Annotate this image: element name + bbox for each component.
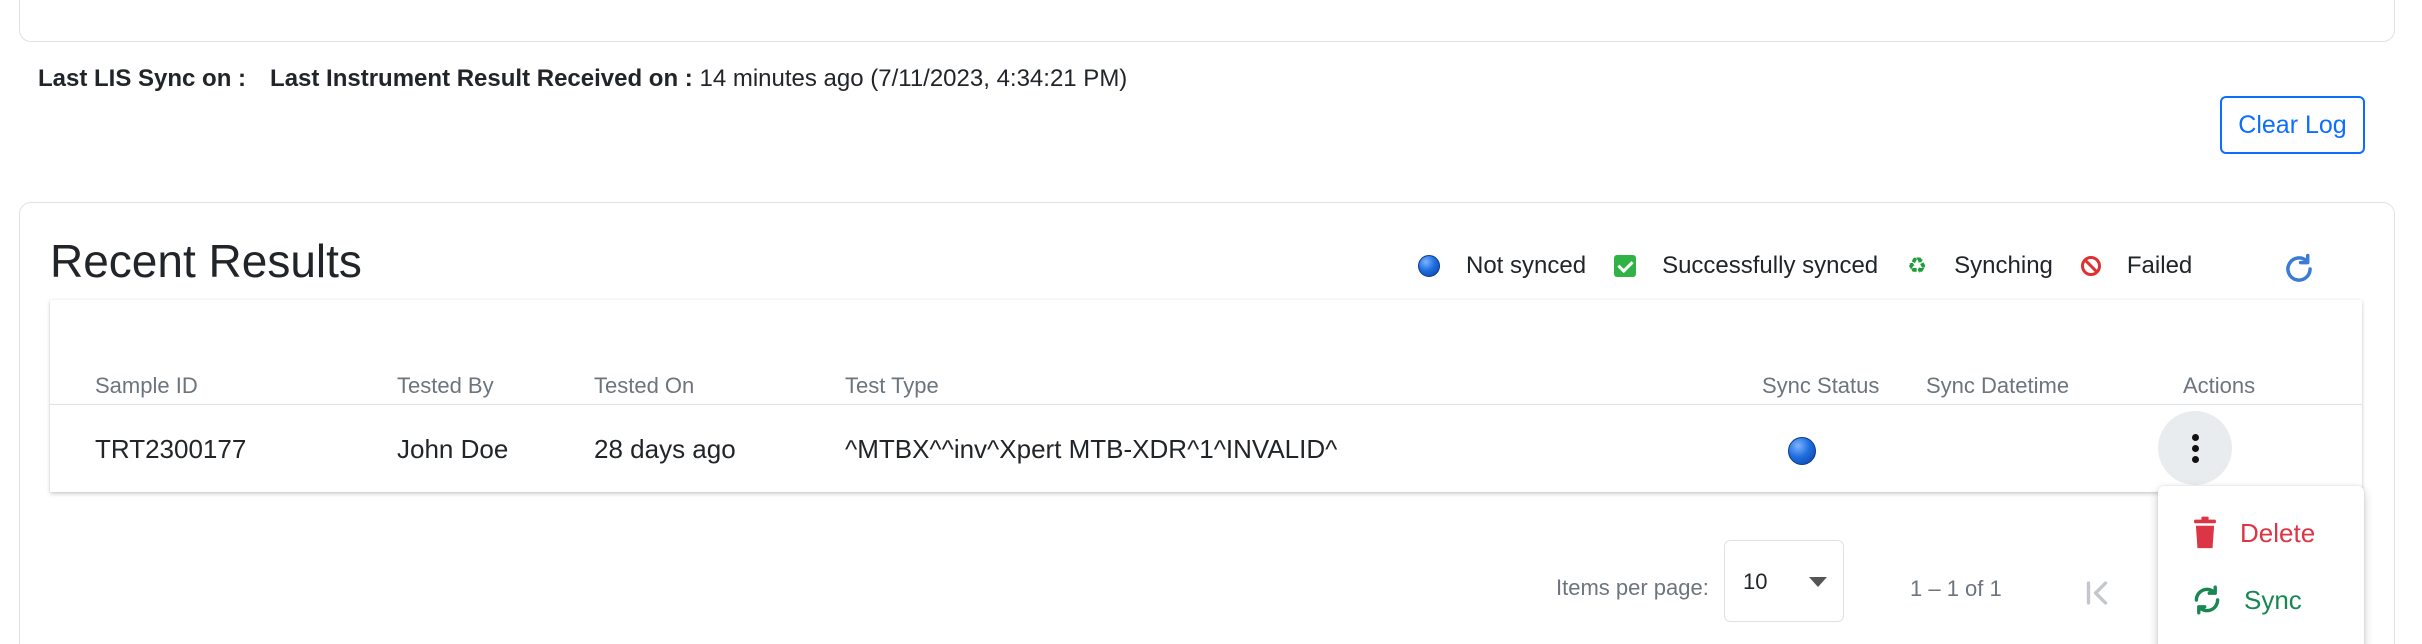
column-header-sync-status[interactable]: Sync Status bbox=[1762, 372, 1879, 400]
sync-status-not-synced bbox=[1788, 437, 1816, 465]
lis-sync-label: Last LIS Sync on : bbox=[38, 65, 247, 92]
column-header-sample-id[interactable]: Sample ID bbox=[95, 372, 198, 400]
column-header-sync-datetime[interactable]: Sync Datetime bbox=[1926, 372, 2069, 400]
recent-results-title: Recent Results bbox=[50, 235, 362, 287]
clear-log-button[interactable]: Clear Log bbox=[2220, 96, 2365, 154]
items-per-page-value: 10 bbox=[1743, 569, 1768, 594]
legend-failed: Failed bbox=[2080, 252, 2193, 280]
legend-synching: ♻ Synching bbox=[1906, 252, 2053, 280]
caret-down-icon bbox=[1809, 577, 1827, 587]
column-header-test-type[interactable]: Test Type bbox=[845, 372, 939, 400]
instrument-result-value: 14 minutes ago (7/11/2023, 4:34:21 PM) bbox=[699, 65, 1128, 92]
menu-item-delete[interactable]: Delete bbox=[2190, 513, 2315, 553]
green-check-icon bbox=[1614, 255, 1637, 277]
legend-label: Not synced bbox=[1466, 252, 1587, 279]
items-per-page-label: Items per page: bbox=[1556, 575, 1709, 600]
column-header-actions: Actions bbox=[2183, 373, 2256, 398]
top-card bbox=[19, 0, 2395, 42]
legend-label: Synching bbox=[1954, 252, 2053, 279]
legend-not-synced: Not synced bbox=[1418, 252, 1586, 280]
cell-tested-on: 28 days ago bbox=[594, 434, 736, 464]
menu-item-label: Sync bbox=[2244, 584, 2302, 615]
menu-item-sync[interactable]: Sync bbox=[2190, 580, 2302, 620]
row-actions-button[interactable] bbox=[2158, 411, 2232, 485]
items-per-page-select[interactable]: 10 bbox=[1724, 540, 1844, 622]
sync-icon bbox=[2194, 585, 2220, 615]
table-header-divider bbox=[50, 404, 2362, 405]
cell-sample-id: TRT2300177 bbox=[95, 434, 247, 464]
row-actions-menu bbox=[2158, 486, 2364, 644]
legend-successfully-synced: Successfully synced bbox=[1614, 252, 1878, 280]
menu-item-label: Delete bbox=[2240, 517, 2316, 548]
trash-icon bbox=[2194, 516, 2216, 549]
refresh-icon[interactable] bbox=[2280, 250, 2318, 288]
cell-tested-by: John Doe bbox=[397, 434, 509, 464]
legend-label: Failed bbox=[2126, 252, 2193, 279]
legend-label: Successfully synced bbox=[1662, 252, 1879, 279]
sync-legend: Not synced Successfully synced ♻ Synchin… bbox=[1418, 246, 2192, 286]
no-entry-icon bbox=[2080, 256, 2101, 276]
column-header-tested-by[interactable]: Tested By bbox=[397, 372, 494, 400]
recycle-icon: ♻ bbox=[1907, 253, 1928, 278]
more-vertical-icon bbox=[2191, 433, 2199, 463]
sync-info: Last LIS Sync on : Last Instrument Result… bbox=[38, 64, 1127, 94]
blue-dot-icon bbox=[1788, 437, 1816, 465]
first-page-icon[interactable] bbox=[2080, 576, 2114, 610]
column-header-tested-on[interactable]: Tested On bbox=[594, 372, 694, 400]
blue-dot-icon bbox=[1418, 255, 1440, 277]
instrument-result-label: Last Instrument Result Received on : bbox=[270, 65, 693, 92]
cell-test-type: ^MTBX^^inv^Xpert MTB-XDR^1^INVALID^ bbox=[845, 434, 1338, 464]
page-range-label: 1 – 1 of 1 bbox=[1910, 576, 2002, 601]
